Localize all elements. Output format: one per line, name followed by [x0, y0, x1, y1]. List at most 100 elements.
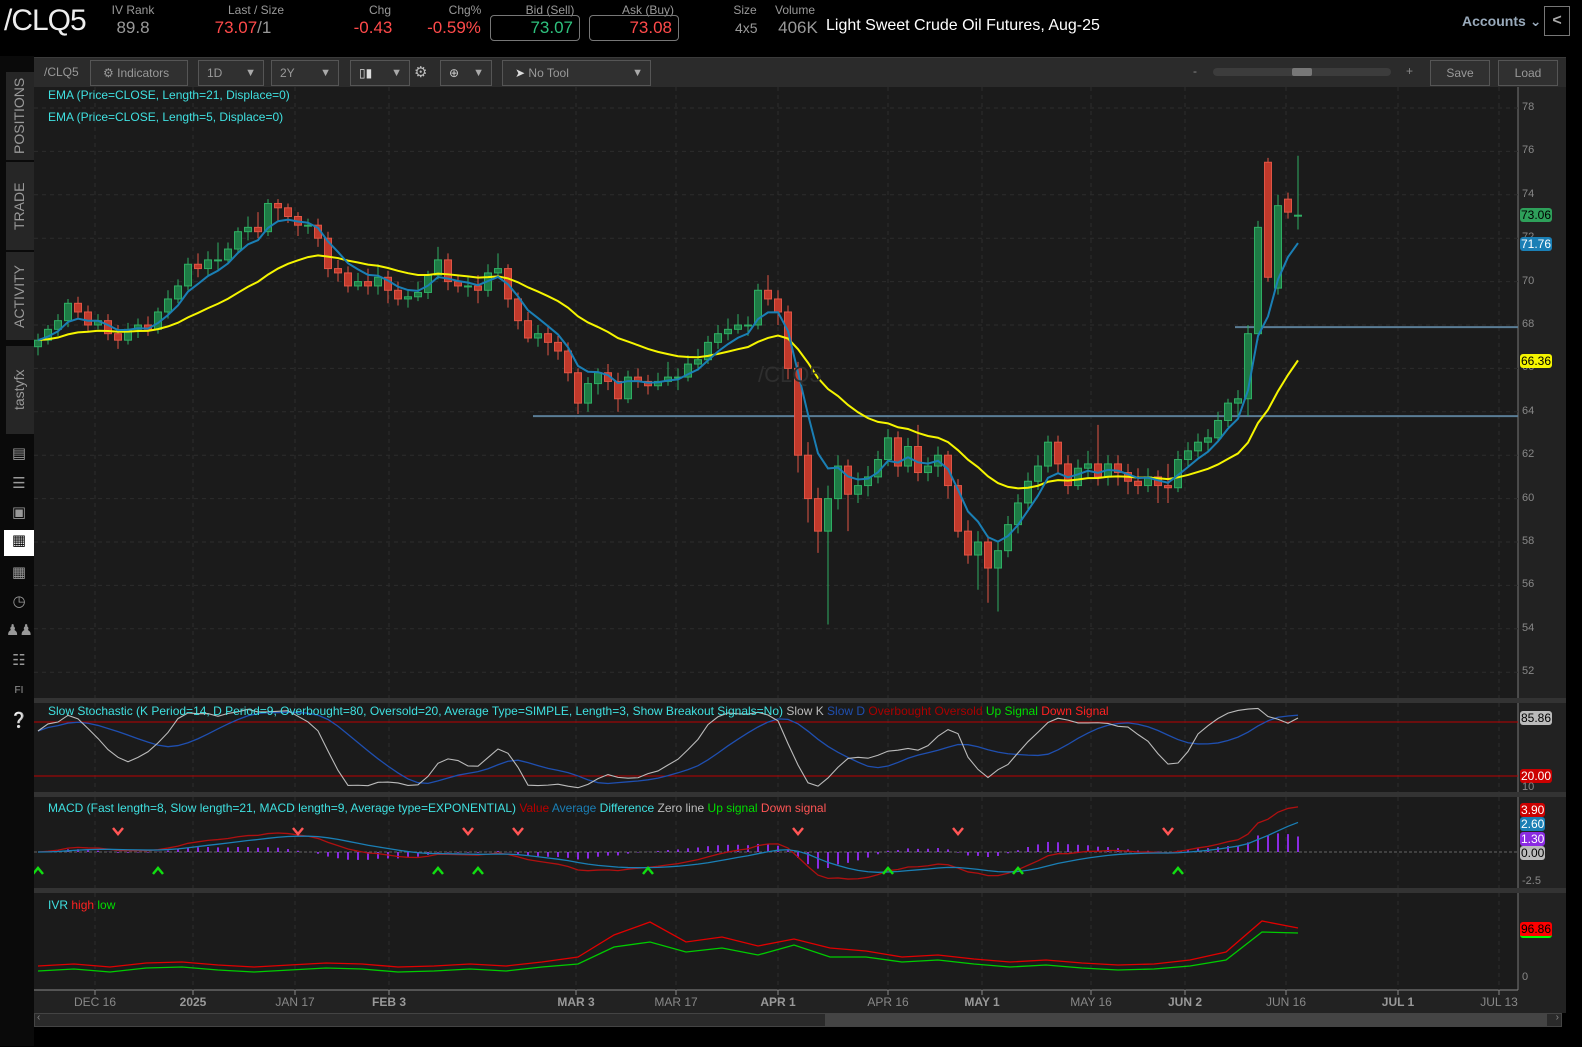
help-icon[interactable]: ❔ [6, 710, 32, 732]
macd-legend: MACD (Fast length=8, Slow length=21, MAC… [48, 801, 826, 815]
candle-down [284, 207, 292, 218]
candle-up [1234, 398, 1242, 404]
indicators-label: Indicators [117, 66, 170, 80]
ivr-high-label: high [71, 898, 95, 912]
macd-zero-label: Zero line [657, 801, 705, 815]
ivr-low-label: low [97, 898, 116, 912]
candle-up [1194, 441, 1202, 452]
ask-buy-button[interactable]: 73.08 [589, 15, 679, 41]
accounts-dropdown[interactable]: Accounts ⌄ [1462, 13, 1541, 30]
scroll-right-icon[interactable]: › [1556, 1012, 1559, 1023]
symbol-title: /CLQ5 [4, 4, 87, 37]
zoom-slider[interactable] [1213, 68, 1391, 76]
crosshair-icon: ⊕ [449, 66, 460, 80]
scroll-left-icon[interactable]: ‹ [37, 1012, 40, 1023]
scrollbar-thumb[interactable] [825, 1014, 1547, 1026]
load-button[interactable]: Load [1498, 60, 1558, 86]
ivr-tag: 96.86 [1520, 922, 1553, 938]
price-tick-label: 78 [1522, 101, 1535, 113]
candle-down [814, 498, 822, 532]
candle-up [164, 298, 172, 313]
candle-up [404, 296, 412, 300]
candle-down [1094, 463, 1102, 478]
sidebar-tab-tastyfx[interactable]: tastyfx [6, 346, 34, 434]
zoom-slider-thumb[interactable] [1292, 68, 1312, 76]
indicators-button[interactable]: ⚙ Indicators [90, 60, 188, 86]
ema21-tag: 66.36 [1520, 354, 1553, 368]
volume-value: 406K [778, 18, 818, 37]
history-icon[interactable]: ◷ [6, 591, 32, 613]
candle-down [334, 268, 342, 274]
candle-up [714, 333, 722, 343]
charts-icon[interactable]: ▦ [4, 530, 34, 556]
collapse-panel-button[interactable]: < [1544, 6, 1570, 36]
date-label: 2025 [179, 995, 207, 1009]
drawing-settings-select[interactable]: ⊕ ▼ [440, 60, 492, 86]
settings-gear-icon[interactable]: ⚙ [414, 63, 427, 81]
candle-up [1224, 402, 1232, 421]
macd-title: MACD (Fast length=8, Slow length=21, MAC… [48, 801, 517, 815]
fi-icon[interactable]: FI [6, 680, 32, 702]
calendar-icon[interactable]: ☷ [6, 650, 32, 672]
price-tick-label: 70 [1522, 274, 1535, 287]
candle-up [224, 248, 232, 261]
candle-down [774, 298, 782, 313]
date-label: DEC 16 [73, 995, 117, 1009]
interval-select[interactable]: 1D ▼ [198, 60, 264, 86]
caret-down-icon: ▼ [245, 67, 256, 79]
candle-down [1064, 463, 1072, 487]
sidebar-tab-trade[interactable]: TRADE [6, 162, 34, 250]
price-pane [34, 87, 1518, 698]
candle-down [1134, 480, 1142, 487]
size-label: Size [733, 3, 757, 17]
candle-down [1164, 485, 1172, 489]
candle-up [1044, 441, 1052, 467]
chart-type-select[interactable]: ▯▮ ▼ [350, 60, 410, 86]
chgpct-label: Chg% [448, 3, 482, 17]
candle-down [394, 289, 402, 300]
candle-down [474, 285, 482, 291]
watchlist-icon[interactable]: ☰ [6, 473, 32, 495]
volume-label: Volume [774, 3, 816, 17]
sidebar-tab-activity[interactable]: ACTIVITY [6, 252, 34, 340]
zoom-out-button[interactable]: - [1193, 64, 1197, 78]
drawing-tool-select[interactable]: ➤ No Tool ▼ [502, 60, 651, 86]
bid-sell-button[interactable]: 73.07 [490, 15, 580, 41]
candle-down [544, 333, 552, 343]
stoch-down-label: Down Signal [1041, 704, 1109, 718]
interval-value: 1D [207, 66, 223, 80]
price-tick-label: 54 [1522, 621, 1535, 634]
stoch-k-label: Slow K [786, 704, 824, 718]
save-button[interactable]: Save [1430, 60, 1490, 86]
tv-icon[interactable]: ▣ [6, 502, 32, 524]
chgpct-value: -0.59% [427, 18, 481, 37]
candle-up [174, 285, 182, 300]
range-value: 2Y [280, 66, 295, 80]
sidebar-tab-positions[interactable]: POSITIONS [6, 72, 34, 160]
horizontal-scrollbar[interactable]: ‹ › [34, 1012, 1562, 1027]
candle-up [1184, 450, 1192, 461]
candle-down [804, 454, 812, 500]
chart-canvas[interactable] [0, 0, 1582, 1047]
grid-layout-icon[interactable]: ▦ [6, 562, 32, 584]
stoch-d-label: Slow D [827, 704, 866, 718]
caret-down-icon: ▼ [320, 67, 331, 79]
stoch-title: Slow Stochastic (K Period=14, D Period=9… [48, 704, 783, 718]
price-tick-label: 60 [1522, 491, 1535, 504]
stoch-oversold-label: Oversold [934, 704, 983, 718]
ivr-title: IVR [48, 898, 69, 912]
chg-value: -0.43 [353, 18, 393, 37]
community-icon[interactable]: ♟♟ [6, 620, 33, 642]
candle-up [974, 541, 982, 556]
date-label: MAR 3 [557, 995, 595, 1009]
range-select[interactable]: 2Y ▼ [271, 60, 339, 86]
candle-up [354, 281, 362, 287]
candle-down [84, 311, 92, 326]
zoom-in-button[interactable]: + [1406, 64, 1413, 78]
macd-value-label: Value [519, 801, 550, 815]
stoch-overbought-label: Overbought [868, 704, 932, 718]
candle-up [204, 259, 212, 270]
news-icon[interactable]: ▤ [6, 443, 32, 465]
chg-label: Chg [368, 3, 391, 17]
date-label: MAY 16 [1070, 995, 1112, 1009]
